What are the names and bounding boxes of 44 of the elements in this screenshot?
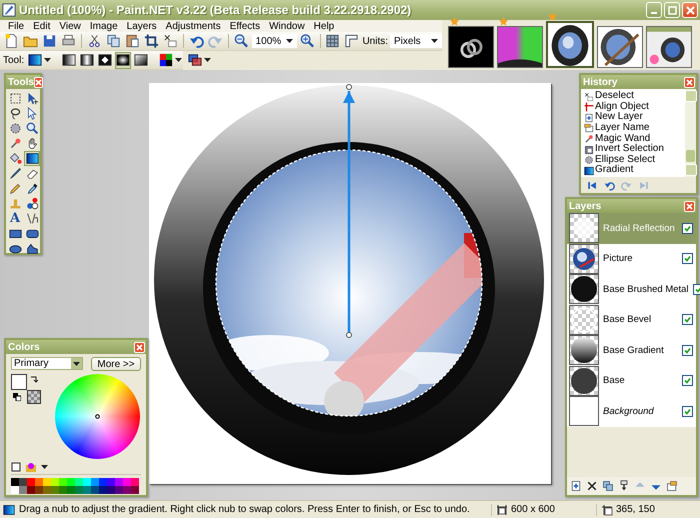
status-hint: Drag a nub to adjust the gradient. Right click nub to swap colors. Press Enter to finish, or Esc to undo. (19, 504, 471, 515)
layer-row[interactable]: Background (567, 396, 696, 426)
history-item[interactable]: Align Object (584, 102, 684, 112)
color-target-dropdown[interactable]: Primary (11, 357, 83, 370)
layer-row[interactable]: Picture (567, 244, 696, 274)
panel-title: Tools (8, 76, 34, 88)
menu-item[interactable]: Effects (226, 20, 266, 32)
layer-name: Radial Reflection (603, 222, 676, 234)
menu-item[interactable]: Window (265, 20, 310, 32)
layer-row[interactable]: Base Gradient (567, 335, 696, 366)
menu-item[interactable]: View (55, 20, 86, 32)
window-title: Untitled (100%) - Paint.NET v3.22 (Beta Release build 3.22.2918.2902) (19, 3, 412, 17)
units-label: Units: (362, 36, 388, 46)
history-item[interactable]: Magic Wand (584, 134, 684, 144)
layer-name: Background (603, 406, 655, 417)
menu-item[interactable]: Help (310, 20, 340, 32)
panel-title: History (583, 76, 618, 88)
history-item[interactable]: New Layer (584, 112, 684, 124)
history-item[interactable]: Deselect (584, 91, 684, 102)
layer-name: Base Gradient (603, 344, 665, 356)
cursor-position: 365, 150 (616, 504, 655, 515)
history-item[interactable]: Ellipse Select (584, 154, 684, 166)
history-item[interactable]: Layer Name (584, 123, 684, 134)
menu-item[interactable]: File (4, 20, 30, 32)
zoom-field[interactable]: 100% (252, 34, 297, 48)
menu-item[interactable]: Image (86, 20, 123, 32)
menu-item[interactable]: Layers (122, 20, 162, 32)
menu-item[interactable]: Edit (29, 20, 56, 32)
units-dropdown[interactable]: Pixels (390, 34, 442, 48)
panel-title: Colors (8, 342, 40, 352)
layer-name: Picture (603, 253, 634, 264)
tool-label: Tool: (3, 54, 24, 66)
layer-name: Base (603, 375, 626, 386)
layer-row[interactable]: Base (567, 366, 696, 396)
menu-item[interactable]: Adjustments (162, 20, 226, 32)
panel-title: Layers (569, 200, 602, 212)
layer-row[interactable]: Base Bevel (567, 304, 696, 335)
layer-name: Base Brushed Metal (603, 284, 689, 295)
image-size: 600 x 600 (511, 504, 555, 515)
history-item[interactable]: Gradient (584, 165, 684, 176)
history-item[interactable]: Invert Selection (584, 144, 684, 155)
more-button[interactable]: More >> (91, 357, 141, 371)
tool-button[interactable]: A (7, 211, 23, 226)
layer-name: Base Bevel (603, 314, 652, 326)
